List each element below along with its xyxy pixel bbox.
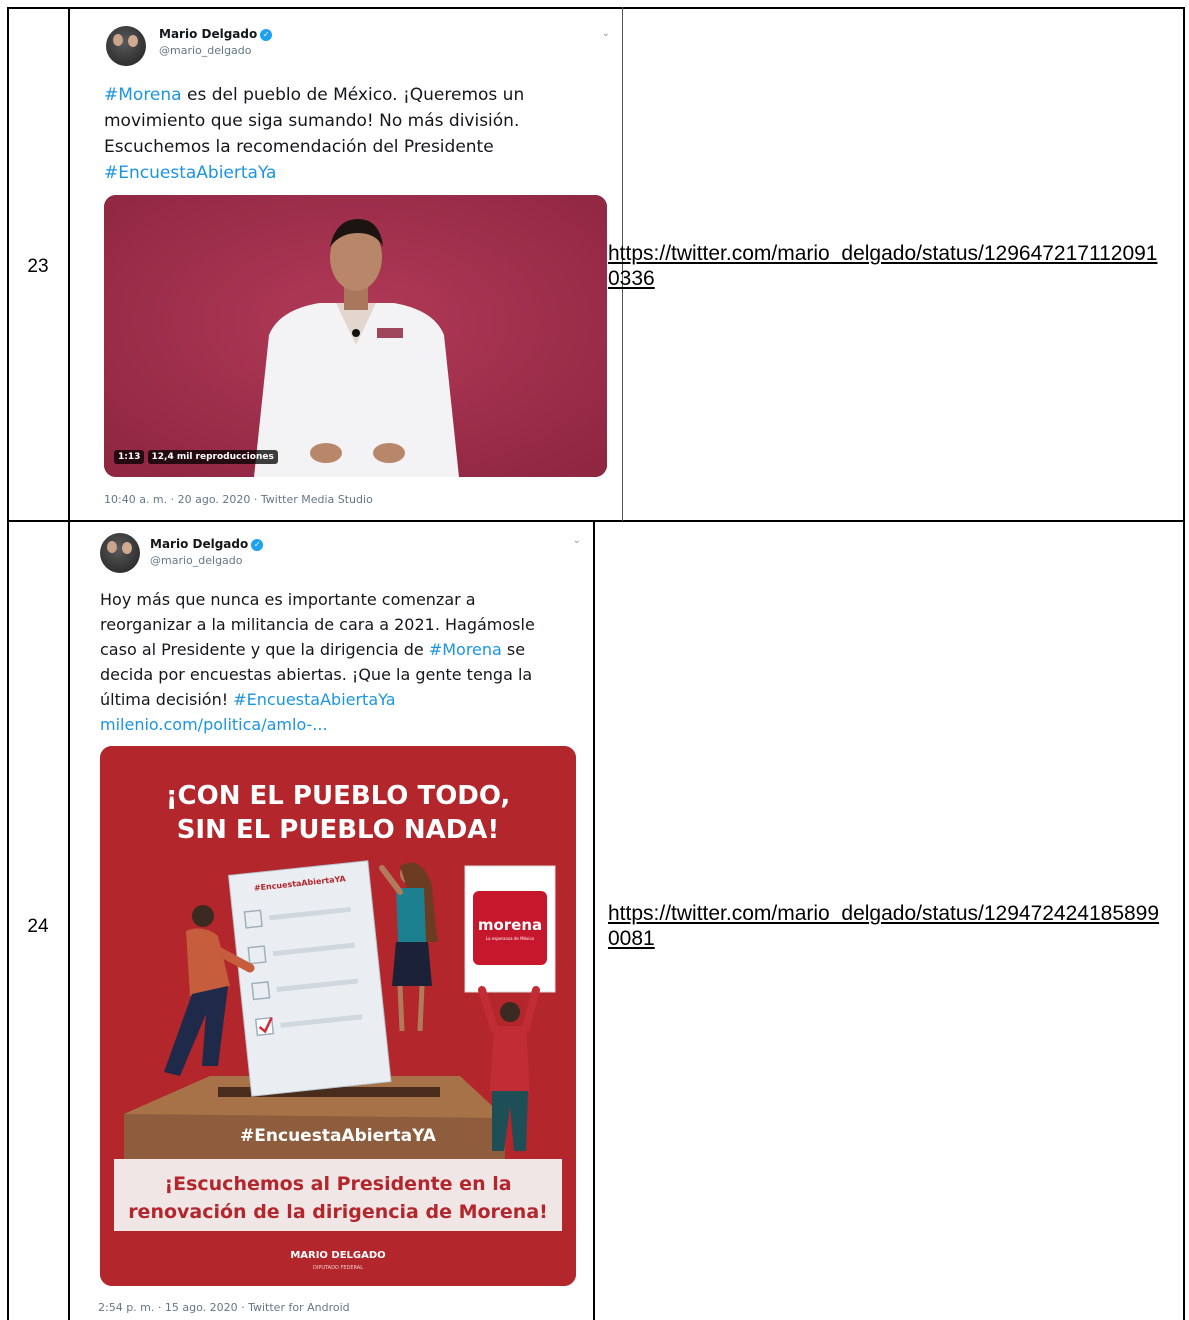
tweet-text: #Morena es del pueblo de México. ¡Querem… [104, 82, 574, 186]
morena-logo-subtext: La esperanza de México [486, 936, 535, 941]
video-duration: 1:13 [114, 450, 145, 464]
hashtag-link: #EncuestaAbiertaYa [104, 163, 277, 183]
video-player: 1:13 12,4 mil reproducciones [104, 195, 607, 477]
hashtag-link: #Morena [104, 85, 182, 105]
author-name-text: Mario Delgado [159, 27, 258, 41]
verified-badge-icon: ✓ [251, 539, 264, 551]
column-divider-1 [68, 7, 70, 1320]
video-frame-illustration [104, 195, 607, 477]
column-divider-2-row2 [593, 521, 595, 1320]
poster-banner-line-2: renovación de la dirigencia de Morena! [128, 1201, 548, 1223]
document-table: 23 Mario Delgado ✓ @mario_delgado ⌄ #More… [0, 0, 1189, 1320]
tweet-text: Hoy más que nunca es importante comenzar… [100, 587, 570, 737]
poster-hashtag: #EncuestaAbiertaYA [240, 1126, 437, 1146]
author-name: Mario Delgado ✓ [159, 27, 273, 41]
poster-headline-1: ¡CON EL PUEBLO TODO, [166, 781, 511, 811]
hashtag-link: #EncuestaAbiertaYa [233, 690, 396, 709]
tweet-screenshot: Mario Delgado ✓ @mario_delgado ⌄ #Morena … [80, 10, 620, 518]
video-meta-overlay: 1:13 12,4 mil reproducciones [114, 450, 278, 464]
author-handle: @mario_delgado [159, 44, 252, 57]
poster-banner-line-1: ¡Escuchemos al Presidente en la [164, 1173, 511, 1195]
poster-signature-subtitle: DIPUTADO FEDERAL [313, 1265, 363, 1271]
poster-signature: MARIO DELGADO [290, 1250, 385, 1261]
author-name: Mario Delgado ✓ [150, 537, 264, 551]
author-handle: @mario_delgado [150, 554, 243, 567]
author-name-text: Mario Delgado [150, 537, 249, 551]
tweet-url-link[interactable]: https://twitter.com/mario_delgado/status… [608, 901, 1168, 951]
hashtag-link: #Morena [428, 640, 502, 659]
tweet-timestamp: 10:40 a. m. · 20 ago. 2020 · Twitter Med… [104, 493, 373, 506]
avatar [100, 533, 140, 573]
tweet-timestamp: 2:54 p. m. · 15 ago. 2020 · Twitter for … [98, 1301, 350, 1314]
video-views: 12,4 mil reproducciones [147, 450, 278, 464]
table-border-top [7, 7, 1185, 9]
morena-logo-text: morena [478, 916, 542, 934]
row-number: 24 [27, 916, 49, 937]
poster-illustration: ¡CON EL PUEBLO TODO, SIN EL PUEBLO NADA!… [100, 746, 576, 1286]
verified-badge-icon: ✓ [260, 29, 273, 41]
tweet-screenshot: Mario Delgado ✓ @mario_delgado ⌄ Hoy más … [74, 523, 591, 1320]
poster-headline-2: SIN EL PUEBLO NADA! [177, 815, 500, 845]
chevron-down-icon: ⌄ [601, 28, 610, 39]
tweet-header: Mario Delgado ✓ @mario_delgado ⌄ [74, 523, 591, 583]
poster-image: ¡CON EL PUEBLO TODO, SIN EL PUEBLO NADA!… [100, 746, 576, 1286]
url-link: milenio.com/politica/amlo-... [100, 715, 328, 734]
table-border-left [7, 7, 9, 1320]
avatar [106, 26, 146, 66]
row-number: 23 [27, 256, 49, 277]
tweet-url-link[interactable]: https://twitter.com/mario_delgado/status… [608, 241, 1168, 291]
tweet-header: Mario Delgado ✓ @mario_delgado ⌄ [80, 10, 620, 70]
chevron-down-icon: ⌄ [572, 535, 581, 546]
row-divider [7, 520, 1185, 522]
table-border-right [1183, 7, 1185, 1320]
